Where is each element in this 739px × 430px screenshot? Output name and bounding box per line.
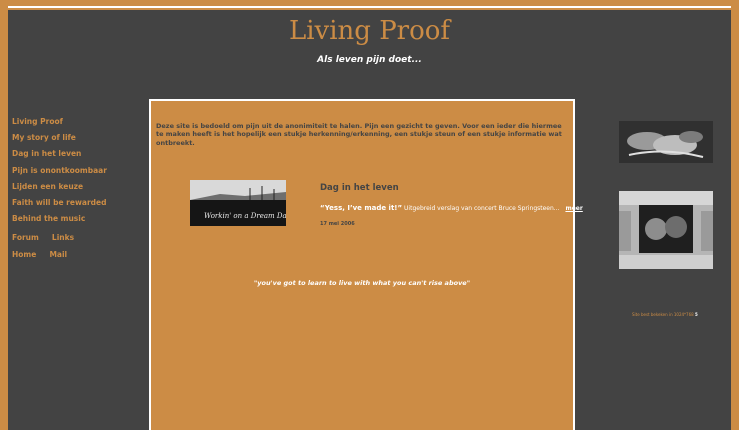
article-quote: “Yess, I’ve made it!” <box>320 204 403 212</box>
nav-link-faith-will-be-rewarded[interactable]: Faith will be rewarded <box>12 195 152 211</box>
nav-link-living-proof[interactable]: Living Proof <box>12 114 152 130</box>
article-teaser: “Yess, I’ve made it!” Uitgebreid verslag… <box>320 204 583 212</box>
resolution-note: Site best bekeken in 1024*768 5 <box>632 312 698 317</box>
sidebar-nav: Living Proof My story of life Dag in het… <box>12 114 152 260</box>
main-content: Deze site is bedoeld om pijn uit de anon… <box>149 99 583 430</box>
nav-link-my-story-of-life[interactable]: My story of life <box>12 130 152 146</box>
hands-photo <box>619 121 713 163</box>
portrait-collage-photo <box>619 191 713 269</box>
site-subtitle: Als leven pijn doet... <box>317 55 422 65</box>
nav-link-links[interactable]: Links <box>52 233 74 242</box>
article-summary: Uitgebreid verslag van concert Bruce Spr… <box>404 205 560 212</box>
resolution-note-suffix: 5 <box>694 312 698 317</box>
nav-link-pijn-is-onontkoombaar[interactable]: Pijn is onontkoombaar <box>12 163 152 179</box>
nav-link-forum[interactable]: Forum <box>12 233 39 242</box>
article-title[interactable]: Dag in het leven <box>320 183 399 193</box>
portrait-collage-graphic <box>619 191 713 269</box>
nav-link-home[interactable]: Home <box>12 250 36 259</box>
bottom-quote: "you've got to learn to live with what y… <box>253 279 471 287</box>
top-divider <box>8 6 731 8</box>
hands-photo-graphic <box>619 121 713 163</box>
nav-link-behind-the-music[interactable]: Behind the music <box>12 211 152 227</box>
article-thumbnail[interactable]: Workin' on a Dream Day <box>190 180 286 226</box>
nav-row-home-mail: Home Mail <box>12 244 152 260</box>
intro-text: Deze site is bedoeld om pijn uit de anon… <box>156 122 562 147</box>
site-title: Living Proof <box>288 16 451 46</box>
nav-row-forum-links: Forum Links <box>12 227 152 243</box>
resolution-note-text: Site best bekeken in 1024*768 <box>632 312 694 317</box>
nav-link-lijden-een-keuze[interactable]: Lijden een keuze <box>12 179 152 195</box>
nav-link-dag-in-het-leven[interactable]: Dag in het leven <box>12 146 152 162</box>
article-thumbnail-graphic: Workin' on a Dream Day <box>190 180 286 226</box>
article-date: 17 mei 2006 <box>320 221 355 227</box>
nav-link-mail[interactable]: Mail <box>49 250 67 259</box>
article-more-link[interactable]: meer <box>565 205 582 212</box>
thumbnail-lettering: Workin' on a Dream Day <box>204 212 286 220</box>
